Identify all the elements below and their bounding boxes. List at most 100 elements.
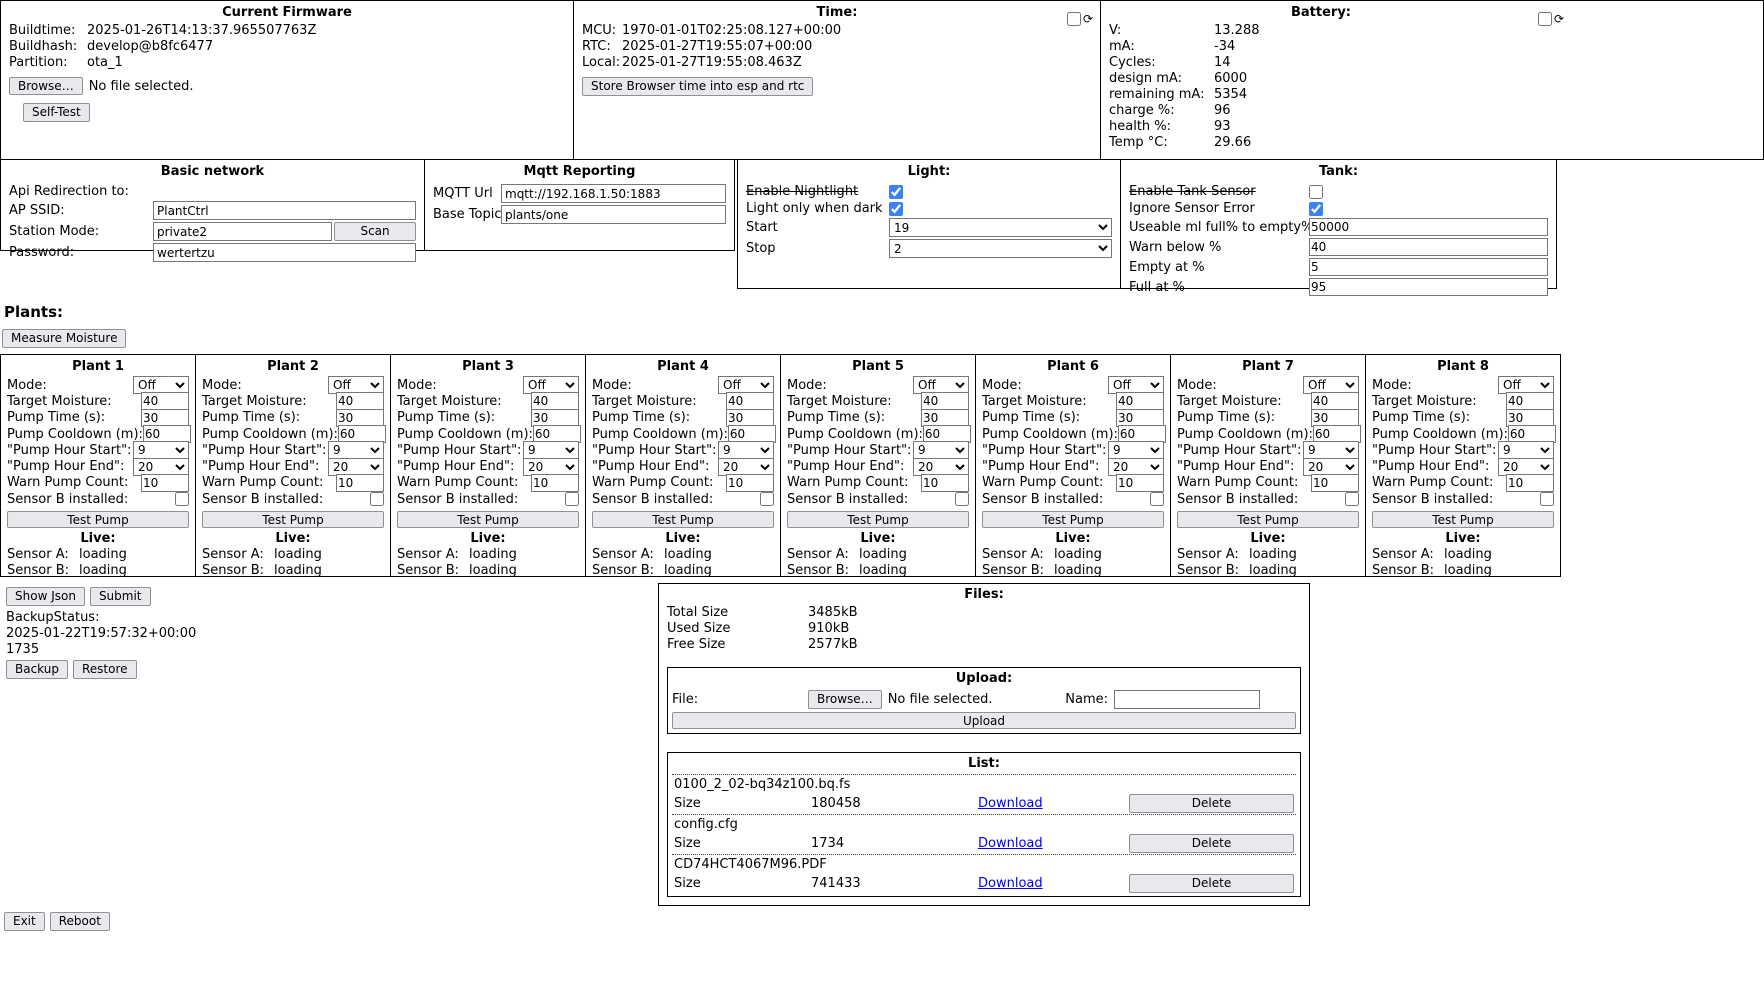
pump-time-input[interactable] [1506, 409, 1554, 427]
measure-moisture-button[interactable]: Measure Moisture [2, 329, 126, 348]
tank-enable-checkbox[interactable] [1309, 185, 1323, 199]
sensor-b-installed-checkbox[interactable] [1345, 492, 1359, 506]
warn-pump-count-input[interactable] [1506, 474, 1554, 492]
sensor-b-installed-checkbox[interactable] [175, 492, 189, 506]
pump-hour-end-select[interactable]: 20 [718, 458, 774, 476]
pump-cooldown-input[interactable] [1508, 425, 1556, 443]
pump-hour-end-select[interactable]: 20 [523, 458, 579, 476]
pump-cooldown-input[interactable] [728, 425, 776, 443]
scan-button[interactable]: Scan [334, 222, 416, 241]
pump-hour-end-select[interactable]: 20 [328, 458, 384, 476]
download-link[interactable]: Download [978, 876, 1043, 891]
pump-cooldown-input[interactable] [1118, 425, 1166, 443]
target-moisture-input[interactable] [141, 392, 189, 410]
pump-time-input[interactable] [726, 409, 774, 427]
pump-time-input[interactable] [141, 409, 189, 427]
pump-cooldown-input[interactable] [923, 425, 971, 443]
light-start-select[interactable]: 19 [889, 218, 1112, 237]
pump-time-input[interactable] [1116, 409, 1164, 427]
only-dark-checkbox[interactable] [889, 202, 903, 216]
test-pump-button[interactable]: Test Pump [1177, 511, 1359, 528]
pump-cooldown-input[interactable] [533, 425, 581, 443]
sensor-b-installed-checkbox[interactable] [760, 492, 774, 506]
pump-hour-start-select[interactable]: 9 [1498, 441, 1554, 459]
upload-name-input[interactable] [1114, 690, 1260, 709]
target-moisture-input[interactable] [1311, 392, 1359, 410]
download-link[interactable]: Download [978, 836, 1043, 851]
test-pump-button[interactable]: Test Pump [7, 511, 189, 528]
ap-ssid-input[interactable] [153, 201, 416, 220]
test-pump-button[interactable]: Test Pump [982, 511, 1164, 528]
target-moisture-input[interactable] [1116, 392, 1164, 410]
mqtt-url-input[interactable] [501, 184, 726, 203]
plant-mode-select[interactable]: Off [523, 376, 579, 394]
store-time-button[interactable]: Store Browser time into esp and rtc [582, 77, 813, 96]
pump-hour-start-select[interactable]: 9 [913, 441, 969, 459]
pump-hour-end-select[interactable]: 20 [913, 458, 969, 476]
warn-pump-count-input[interactable] [531, 474, 579, 492]
password-input[interactable] [153, 243, 416, 262]
pump-hour-start-select[interactable]: 9 [1108, 441, 1164, 459]
sensor-b-installed-checkbox[interactable] [1150, 492, 1164, 506]
battery-autorefresh-checkbox[interactable] [1538, 12, 1552, 26]
plant-mode-select[interactable]: Off [1303, 376, 1359, 394]
plant-mode-select[interactable]: Off [1498, 376, 1554, 394]
pump-hour-start-select[interactable]: 9 [1303, 441, 1359, 459]
exit-button[interactable]: Exit [4, 912, 45, 931]
warn-pump-count-input[interactable] [1311, 474, 1359, 492]
plant-mode-select[interactable]: Off [913, 376, 969, 394]
pump-hour-start-select[interactable]: 9 [523, 441, 579, 459]
warn-below-input[interactable] [1309, 238, 1548, 256]
delete-button[interactable]: Delete [1129, 834, 1294, 853]
sensor-b-installed-checkbox[interactable] [370, 492, 384, 506]
upload-browse-button[interactable]: Browse… [808, 690, 882, 709]
pump-hour-end-select[interactable]: 20 [1303, 458, 1359, 476]
warn-pump-count-input[interactable] [1116, 474, 1164, 492]
ignore-sensor-error-checkbox[interactable] [1309, 202, 1323, 216]
target-moisture-input[interactable] [1506, 392, 1554, 410]
pump-time-input[interactable] [336, 409, 384, 427]
test-pump-button[interactable]: Test Pump [397, 511, 579, 528]
sensor-b-installed-checkbox[interactable] [1540, 492, 1554, 506]
warn-pump-count-input[interactable] [726, 474, 774, 492]
target-moisture-input[interactable] [726, 392, 774, 410]
time-autorefresh-checkbox[interactable] [1067, 12, 1081, 26]
empty-at-input[interactable] [1309, 258, 1548, 276]
pump-hour-end-select[interactable]: 20 [1498, 458, 1554, 476]
station-mode-input[interactable] [153, 222, 332, 241]
pump-cooldown-input[interactable] [143, 425, 191, 443]
test-pump-button[interactable]: Test Pump [1372, 511, 1554, 528]
full-at-input[interactable] [1309, 278, 1548, 296]
warn-pump-count-input[interactable] [141, 474, 189, 492]
target-moisture-input[interactable] [921, 392, 969, 410]
plant-mode-select[interactable]: Off [133, 376, 189, 394]
pump-time-input[interactable] [1311, 409, 1359, 427]
base-topic-input[interactable] [501, 205, 726, 224]
pump-hour-end-select[interactable]: 20 [1108, 458, 1164, 476]
target-moisture-input[interactable] [531, 392, 579, 410]
warn-pump-count-input[interactable] [921, 474, 969, 492]
test-pump-button[interactable]: Test Pump [787, 511, 969, 528]
pump-hour-end-select[interactable]: 20 [133, 458, 189, 476]
restore-button[interactable]: Restore [73, 660, 137, 679]
pump-hour-start-select[interactable]: 9 [133, 441, 189, 459]
light-stop-select[interactable]: 2 [889, 239, 1112, 258]
refresh-icon[interactable]: ⟳ [1083, 13, 1093, 25]
pump-cooldown-input[interactable] [338, 425, 386, 443]
backup-button[interactable]: Backup [6, 660, 68, 679]
sensor-b-installed-checkbox[interactable] [955, 492, 969, 506]
reboot-button[interactable]: Reboot [50, 912, 110, 931]
plant-mode-select[interactable]: Off [328, 376, 384, 394]
delete-button[interactable]: Delete [1129, 874, 1294, 893]
test-pump-button[interactable]: Test Pump [592, 511, 774, 528]
nightlight-checkbox[interactable] [889, 185, 903, 199]
refresh-icon[interactable]: ⟳ [1554, 13, 1564, 25]
pump-hour-start-select[interactable]: 9 [718, 441, 774, 459]
delete-button[interactable]: Delete [1129, 794, 1294, 813]
useable-ml-input[interactable] [1309, 218, 1548, 236]
pump-time-input[interactable] [531, 409, 579, 427]
test-pump-button[interactable]: Test Pump [202, 511, 384, 528]
plant-mode-select[interactable]: Off [718, 376, 774, 394]
firmware-browse-button[interactable]: Browse… [9, 77, 83, 95]
warn-pump-count-input[interactable] [336, 474, 384, 492]
